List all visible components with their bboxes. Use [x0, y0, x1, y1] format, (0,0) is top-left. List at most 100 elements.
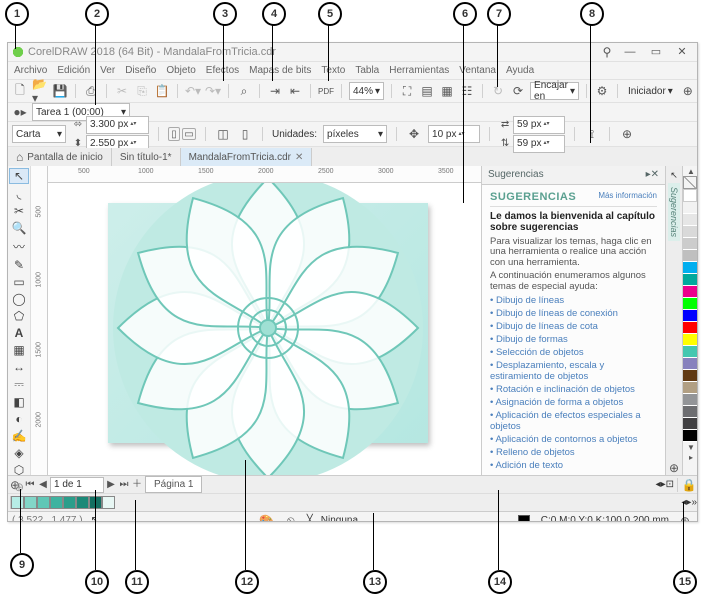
color-swatch[interactable] — [683, 250, 697, 262]
current-page-icon[interactable]: ▯ — [237, 126, 253, 142]
color-swatch[interactable] — [683, 358, 697, 370]
hints-topic[interactable]: Selección de objetos — [490, 347, 657, 358]
menu-tabla[interactable]: Tabla — [355, 65, 379, 76]
color-proof-icon[interactable]: 🎨 — [259, 513, 275, 523]
drawing-canvas[interactable] — [48, 183, 481, 475]
nudge-field[interactable]: 10 px▴▾ — [428, 125, 480, 143]
hints-topic[interactable]: Dibujo de formas — [490, 334, 657, 345]
color-swatch[interactable] — [683, 214, 697, 226]
color-swatch[interactable] — [683, 189, 697, 202]
more-icon[interactable]: ⊕ — [680, 83, 696, 99]
add-page-after-icon[interactable]: ＋ — [131, 478, 143, 492]
last-page-icon[interactable]: ⏭ — [118, 478, 130, 492]
close-button[interactable]: ✕ — [671, 45, 693, 59]
maximize-button[interactable]: ▭ — [645, 45, 667, 59]
doc-swatch[interactable] — [24, 496, 37, 509]
menu-mapas-bits[interactable]: Mapas de bits — [249, 65, 311, 76]
menu-diseno[interactable]: Diseño — [125, 65, 156, 76]
dimension-tool[interactable]: ↔ — [10, 360, 28, 374]
rectangle-tool[interactable]: ▭ — [10, 275, 28, 289]
width-field[interactable]: 3.300 px▴▾ — [86, 116, 149, 134]
hints-topic[interactable]: Aplicación de efectos especiales a objet… — [490, 410, 657, 432]
color-swatch[interactable] — [683, 430, 697, 442]
palette-down-icon[interactable]: ▼ — [683, 442, 698, 452]
color-swatch[interactable] — [683, 226, 697, 238]
color-swatch[interactable] — [683, 262, 697, 274]
color-swatch[interactable] — [683, 406, 697, 418]
table-tool[interactable]: ▦ — [10, 343, 28, 357]
options-icon[interactable]: ⚙ — [594, 83, 610, 99]
undo-icon[interactable]: ↶▾ — [185, 83, 201, 99]
color-swatch[interactable] — [683, 322, 697, 334]
hints-topic[interactable]: Adición de texto — [490, 460, 657, 471]
refresh-icon[interactable]: ⟳ — [510, 83, 526, 99]
ellipse-tool[interactable]: ◯ — [10, 292, 28, 306]
menu-edicion[interactable]: Edición — [57, 65, 90, 76]
publish-pdf-icon[interactable]: PDF — [318, 83, 334, 99]
menu-herramientas[interactable]: Herramientas — [389, 65, 449, 76]
doc-swatch[interactable] — [11, 496, 24, 509]
page-tab[interactable]: Página 1 — [145, 476, 202, 493]
view-navigator-icon[interactable]: 🔒 — [681, 477, 697, 493]
pin-icon[interactable]: ⚲ — [599, 44, 615, 60]
doc-swatch[interactable] — [102, 496, 115, 509]
docker-close-icon[interactable]: ▸✕ — [646, 169, 659, 180]
prev-page-icon[interactable]: ◀ — [37, 478, 49, 492]
menu-texto[interactable]: Texto — [321, 65, 345, 76]
hints-topic[interactable]: Dibujo de líneas de conexión — [490, 308, 657, 319]
status-add-icon[interactable]: ⊕ — [677, 513, 693, 523]
hints-topic[interactable]: Asignación de forma a objetos — [490, 397, 657, 408]
tab-untitled[interactable]: Sin título-1* — [112, 148, 181, 166]
color-swatch[interactable] — [683, 238, 697, 250]
menu-archivo[interactable]: Archivo — [14, 65, 47, 76]
portrait-icon[interactable]: ▯ — [168, 127, 180, 141]
freehand-tool[interactable]: 〰 — [10, 238, 28, 255]
units-dropdown[interactable]: píxeles▾ — [323, 125, 387, 143]
spinner-icon[interactable]: ▴▾ — [544, 137, 552, 151]
outline-tool[interactable]: ⬡ — [10, 463, 28, 477]
color-swatch[interactable] — [683, 334, 697, 346]
dup-x-field[interactable]: 59 px▴▾ — [513, 116, 565, 134]
horizontal-ruler[interactable]: 500 1000 1500 2000 2500 3000 3500 — [48, 166, 481, 183]
record-icon[interactable]: ●▸ — [12, 104, 28, 120]
palette-up-icon[interactable]: ▲ — [683, 166, 698, 176]
import-icon[interactable]: ⇥ — [267, 83, 283, 99]
minimize-button[interactable]: — — [619, 45, 641, 59]
add-button-icon[interactable]: ⊕ — [619, 126, 635, 142]
shape-tool[interactable]: ◟ — [10, 187, 28, 201]
color-swatch[interactable] — [683, 286, 697, 298]
tab-mandala[interactable]: MandalaFromTricia.cdr ✕ — [181, 148, 313, 166]
align-icon[interactable]: ▦ — [439, 83, 455, 99]
launcher-dropdown[interactable]: Iniciador▾ — [625, 83, 676, 99]
more-info-link[interactable]: Más información — [598, 191, 657, 200]
color-swatch[interactable] — [683, 310, 697, 322]
hints-topic[interactable]: Dibujo de líneas de cota — [490, 321, 657, 332]
color-swatch[interactable] — [683, 274, 697, 286]
color-swatch[interactable] — [683, 382, 697, 394]
color-swatch[interactable] — [683, 346, 697, 358]
relative-icon[interactable]: ⟟ — [584, 126, 600, 142]
color-swatch[interactable] — [683, 298, 697, 310]
copy-icon[interactable]: ⎘ — [134, 83, 150, 99]
dup-y-field[interactable]: 59 px▴▾ — [513, 135, 565, 153]
connector-tool[interactable]: ⎓ — [10, 377, 28, 392]
open-icon[interactable]: 📂▾ — [32, 83, 48, 99]
palette-flyout-icon[interactable]: ▸ — [683, 452, 698, 462]
snap-to-dropdown[interactable]: Encajar en▾ — [530, 82, 579, 100]
eyedropper-tool[interactable]: ✍ — [10, 429, 28, 443]
page-preset[interactable]: Carta▾ — [12, 125, 66, 143]
fill-tool[interactable]: ◈ — [10, 446, 28, 460]
text-tool[interactable]: A — [10, 326, 28, 340]
export-icon[interactable]: ⇤ — [287, 83, 303, 99]
transparency-tool[interactable]: ◐ — [10, 412, 28, 426]
paste-icon[interactable]: 📋 — [154, 83, 170, 99]
hints-topic[interactable]: Desplazamiento, escala y estiramiento de… — [490, 360, 657, 382]
color-swatch[interactable] — [683, 202, 697, 214]
menu-ayuda[interactable]: Ayuda — [506, 65, 534, 76]
save-icon[interactable]: 💾 — [52, 83, 68, 99]
vertical-ruler[interactable]: 500 1000 1500 2000 — [31, 166, 48, 475]
cut-icon[interactable]: ✂ — [114, 83, 130, 99]
print-icon[interactable]: ⎙ — [83, 83, 99, 99]
artistic-media-tool[interactable]: ✎ — [10, 258, 28, 272]
navigator-icon[interactable]: ⊡ — [666, 479, 674, 490]
